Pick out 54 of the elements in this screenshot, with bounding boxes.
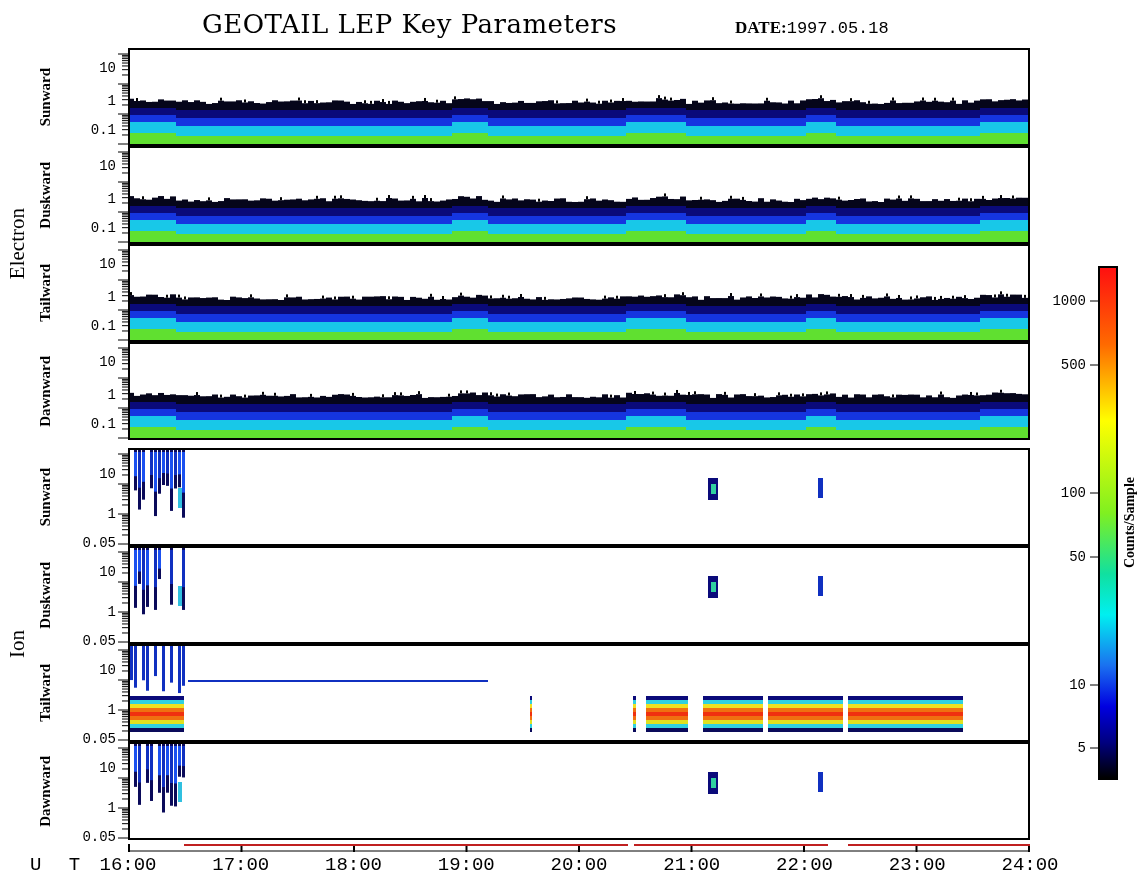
panel-label: Duskward: [36, 561, 54, 629]
y-tick-label: 10: [99, 257, 116, 271]
date-label: DATE:: [735, 18, 787, 38]
y-tick-label: 1: [107, 192, 116, 206]
panel-label: Sunward: [36, 467, 54, 527]
y-tick-label: 1: [107, 94, 116, 108]
y-tick-label: 1: [107, 290, 116, 304]
x-tick-label: 20:00: [550, 854, 608, 876]
x-tick-label: 19:00: [437, 854, 495, 876]
color-scale-tick-label: 1000: [1052, 294, 1086, 308]
panel-label: Dawnward: [36, 755, 54, 827]
y-tick-label: 10: [99, 355, 116, 369]
y-tick-label: 0.1: [90, 221, 116, 235]
y-tick-label: 10: [99, 663, 116, 677]
y-tick-label: 0.05: [82, 830, 116, 844]
x-tick-label: 23:00: [888, 854, 946, 876]
x-tick-label: 18:00: [325, 854, 382, 876]
panel-label: Sunward: [36, 67, 54, 127]
x-tick-label: 17:00: [212, 854, 270, 876]
y-tick-label: 0.05: [82, 634, 116, 648]
y-tick-label: 10: [99, 61, 116, 75]
group-label: Electron: [4, 208, 30, 280]
y-tick-label: 10: [99, 761, 116, 775]
y-tick-label: 0.05: [82, 732, 116, 746]
y-tick-label: 1: [107, 388, 116, 402]
x-tick-label: 22:00: [776, 854, 833, 876]
y-tick-label: 10: [99, 565, 116, 579]
panel-label: Tailward: [36, 264, 54, 322]
y-tick-label: 0.1: [90, 417, 116, 431]
color-scale-tick-label: 500: [1060, 358, 1086, 372]
date-value: 1997.05.18: [786, 18, 889, 38]
panel-label: Dawnward: [36, 355, 54, 427]
panel-label: Duskward: [36, 161, 54, 229]
y-tick-label: 0.1: [90, 319, 116, 333]
x-axis-label: U T: [30, 854, 89, 876]
x-tick-label: 21:00: [663, 854, 721, 876]
color-scale-tick-label: 50: [1069, 550, 1086, 564]
y-tick-label: 10: [99, 159, 116, 173]
y-tick-label: 1: [107, 507, 116, 521]
y-tick-label: 1: [107, 801, 116, 815]
x-tick-label: 16:00: [99, 854, 157, 876]
y-tick-label: 1: [107, 605, 116, 619]
y-tick-label: 1: [107, 703, 116, 717]
group-label: Ion: [4, 630, 30, 658]
x-tick-label: 24:00: [1001, 854, 1059, 876]
y-tick-label: 0.05: [82, 536, 116, 550]
color-scale-label: Counts/Sample: [1122, 477, 1138, 569]
color-scale-tick-label: 10: [1069, 678, 1086, 692]
color-scale-tick-label: 5: [1077, 741, 1086, 755]
chart-title: GEOTAIL LEP Key Parameters: [202, 9, 618, 39]
color-scale-tick-label: 100: [1060, 486, 1086, 500]
y-tick-label: 10: [99, 467, 116, 481]
y-tick-label: 0.1: [90, 123, 116, 137]
panel-label: Tailward: [36, 664, 54, 722]
